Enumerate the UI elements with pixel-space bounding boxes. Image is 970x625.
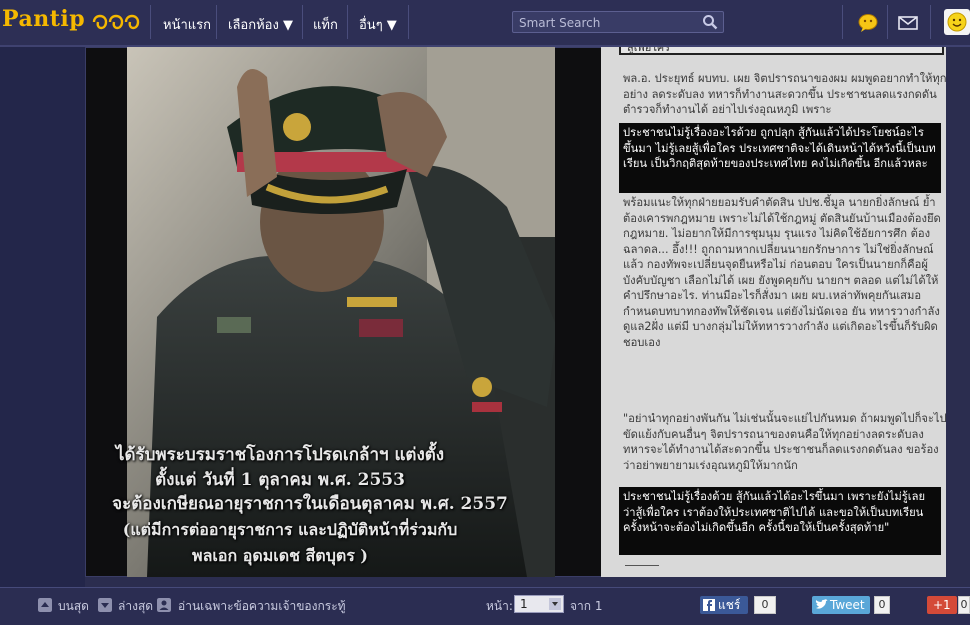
scroll-bottom-link[interactable]: ล่างสุด bbox=[118, 597, 153, 616]
nav-home[interactable]: หน้าแรก bbox=[163, 14, 211, 35]
nav-divider bbox=[408, 5, 409, 39]
owner-filter-icon[interactable] bbox=[157, 598, 171, 612]
nav-choose-room[interactable]: เลือกห้อง ▼ bbox=[228, 14, 293, 35]
facebook-icon bbox=[703, 599, 715, 611]
article-paragraph-2: พร้อมแนะให้ทุกฝ่ายยอมรับคำตัดสิน ปปช.ชี้… bbox=[623, 196, 941, 349]
article-text-panel: สู่เพื่อใคร พล.อ. ประยุทธ์ ผบทบ. เผย จิต… bbox=[601, 47, 946, 577]
nav-divider bbox=[347, 5, 348, 39]
arrow-down-icon[interactable] bbox=[98, 598, 112, 612]
article-tab: สู่เพื่อใคร bbox=[619, 47, 944, 55]
nav-divider bbox=[887, 5, 888, 39]
smiley-avatar-icon bbox=[947, 12, 967, 32]
search-input[interactable] bbox=[517, 13, 701, 33]
nav-divider bbox=[930, 5, 931, 39]
tweet-label: Tweet bbox=[830, 598, 865, 612]
nav-divider bbox=[216, 5, 217, 39]
page-label: หน้า: bbox=[486, 599, 513, 613]
separator-line bbox=[625, 565, 659, 566]
nav-divider bbox=[150, 5, 151, 39]
pantip-logo-mark-icon bbox=[92, 14, 140, 30]
article-paragraph-3: "อย่านำทุกอย่างพันกัน ไม่เช่นนั้นจะแย่ไป… bbox=[623, 412, 946, 472]
article-highlight-1: ประชาชนไม่รู้เรื่องอะไรด้วย ถูกปลุก สู้ก… bbox=[619, 123, 941, 193]
photo-caption-line-3: จะต้องเกษียณอายุราชการในเดือนตุลาคม พ.ศ.… bbox=[112, 494, 508, 514]
top-navbar: Pantip หน้าแรก เลือกห้อง ▼ แท็ก อื่นๆ ▼ bbox=[0, 0, 970, 47]
scroll-top-link[interactable]: บนสุด bbox=[58, 597, 89, 616]
google-plus-label: +1 bbox=[933, 598, 951, 612]
google-plus-count: 0 bbox=[958, 596, 970, 614]
nav-divider bbox=[302, 5, 303, 39]
nav-more[interactable]: อื่นๆ ▼ bbox=[359, 14, 397, 35]
facebook-share-label: แชร์ bbox=[718, 598, 741, 612]
arrow-up-icon[interactable] bbox=[38, 598, 52, 612]
article-paragraph-1: พล.อ. ประยุทธ์ ผบทบ. เผย จิตปรารถนาของผม… bbox=[623, 72, 946, 116]
search-icon[interactable] bbox=[702, 14, 718, 30]
mail-icon[interactable] bbox=[893, 8, 923, 38]
photo-caption-line-1: ได้รับพระบรมราชโองการโปรดเกล้าฯ แต่งตั้ง bbox=[115, 445, 445, 465]
google-plus-button[interactable]: +1 bbox=[927, 596, 957, 614]
nav-divider bbox=[842, 5, 843, 39]
article-tab-label: สู่เพื่อใคร bbox=[627, 47, 670, 54]
facebook-share-button[interactable]: แชร์ bbox=[700, 596, 748, 614]
bottom-toolbar: บนสุด ล่างสุด อ่านเฉพาะข้อความเจ้าของกระ… bbox=[0, 587, 970, 625]
page-select-value: 1 bbox=[520, 597, 528, 611]
owner-only-link[interactable]: อ่านเฉพาะข้อความเจ้าของกระทู้ bbox=[178, 597, 346, 616]
nav-tags[interactable]: แท็ก bbox=[313, 14, 338, 35]
page-total: จาก 1 bbox=[570, 599, 603, 613]
photo-caption-line-4: (แต่มีการต่ออายุราชการ และปฏิบัติหน้าที่… bbox=[122, 520, 458, 539]
tweet-button[interactable]: Tweet bbox=[812, 596, 870, 614]
photo-caption-line-2: ตั้งแต่ วันที่ 1 ตุลาคม พ.ศ. 2553 bbox=[155, 470, 405, 490]
tweet-count: 0 bbox=[874, 596, 890, 614]
twitter-bird-icon bbox=[815, 599, 828, 609]
pantip-logo[interactable]: Pantip bbox=[2, 6, 85, 32]
article-highlight-2: ประชาชนไม่รู้เรื่องด้วย สู้กันแล้วได้อะไ… bbox=[619, 487, 941, 555]
smart-search-box bbox=[512, 11, 724, 33]
chevron-down-icon bbox=[549, 598, 561, 610]
chat-bubble-icon[interactable] bbox=[853, 8, 883, 38]
facebook-share-count: 0 bbox=[754, 596, 776, 614]
page-select[interactable]: 1 bbox=[514, 595, 564, 613]
user-avatar[interactable] bbox=[944, 9, 970, 35]
photo-caption-line-5: พลเอก อุดมเดช สีตบุตร ) bbox=[192, 546, 368, 565]
